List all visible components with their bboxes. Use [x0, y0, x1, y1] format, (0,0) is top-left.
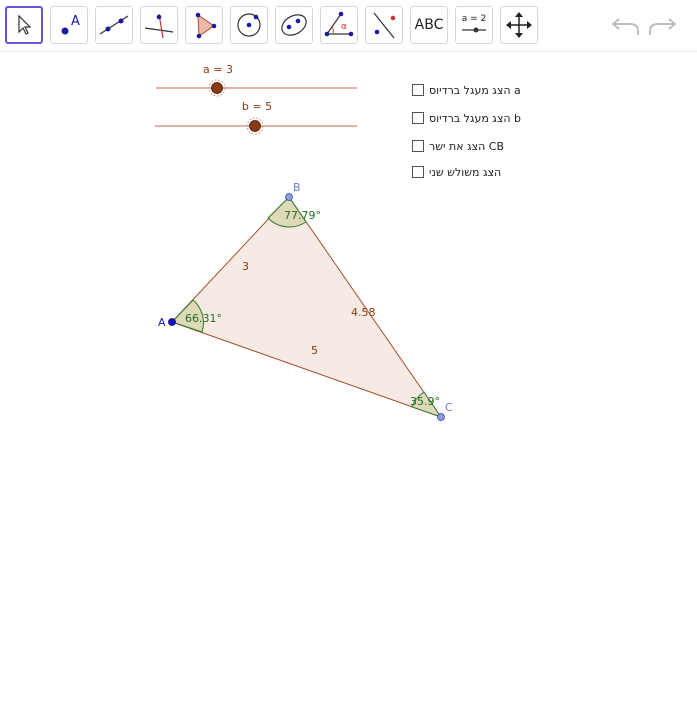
line-tool-button[interactable]: [95, 6, 133, 44]
slider-tool-button[interactable]: a = 2: [455, 6, 493, 44]
circle-icon: [237, 13, 261, 37]
undo-icon[interactable]: [610, 13, 642, 39]
side-ab-label: 3: [242, 260, 249, 273]
point-b-label: B: [293, 181, 301, 194]
slider-b-knob[interactable]: [249, 120, 261, 132]
triangle-abc[interactable]: [171, 196, 443, 418]
angle-a-label: 66.31°: [185, 312, 222, 325]
checkbox-box[interactable]: [412, 112, 424, 124]
point-tool-button[interactable]: A: [50, 6, 88, 44]
circle-tool-button[interactable]: [230, 6, 268, 44]
angle-b-label: 77.79°: [284, 209, 321, 222]
perpendicular-line-tool-button[interactable]: [140, 6, 178, 44]
ellipse-icon: [281, 14, 307, 36]
checkbox-box[interactable]: [412, 166, 424, 178]
slider-a[interactable]: a = 3: [156, 63, 357, 97]
checkbox-label: הצג מעגל ברדיוס b: [429, 111, 522, 125]
reflect-icon: [373, 12, 396, 39]
checkbox-box[interactable]: [412, 140, 424, 152]
slider-b-label: b = 5: [242, 100, 272, 113]
angle-c-label: 35.9°: [410, 395, 440, 408]
checkbox-box[interactable]: [412, 84, 424, 96]
checkbox-label: הצג משולש שני: [429, 165, 502, 179]
graphics-svg[interactable]: a = 3 b = 5 77.79° 66.31° 35.9° 3 4.58 5: [0, 53, 697, 697]
move-tool-button[interactable]: [5, 6, 43, 44]
checkbox-label: הצג מעגל ברדיוס a: [429, 83, 521, 97]
point-c[interactable]: [437, 413, 445, 421]
move-arrows-icon: [506, 12, 532, 38]
checkbox-circle-radius-b[interactable]: הצג מעגל ברדיוס b: [412, 110, 521, 126]
toolbar: A α ABC a = 2: [0, 0, 697, 52]
ellipse-tool-button[interactable]: [275, 6, 313, 44]
point-b[interactable]: [285, 193, 293, 201]
checkbox-circle-radius-a[interactable]: הצג מעגל ברדיוס a: [412, 82, 521, 98]
polygon-icon: [195, 12, 217, 39]
redo-icon[interactable]: [646, 13, 678, 39]
perpendicular-line-icon: [144, 13, 174, 39]
point-icon: A: [61, 14, 80, 35]
checkbox-second-triangle[interactable]: הצג משולש שני: [412, 164, 501, 180]
angle-icon: α: [324, 11, 354, 37]
point-a-label: A: [158, 316, 166, 329]
side-ac-label: 5: [311, 344, 318, 357]
line-icon: [99, 15, 129, 35]
angle-tool-button[interactable]: α: [320, 6, 358, 44]
polygon-tool-button[interactable]: [185, 6, 223, 44]
slider-tool-label: a = 2: [461, 14, 487, 24]
move-graphics-view-tool-button[interactable]: [500, 6, 538, 44]
graphics-view[interactable]: a = 3 b = 5 77.79° 66.31° 35.9° 3 4.58 5: [0, 53, 697, 697]
angle-tool-label: α: [341, 22, 347, 32]
cursor-arrow-icon: [18, 14, 32, 35]
reflect-tool-button[interactable]: [365, 6, 403, 44]
slider-a-knob[interactable]: [211, 82, 223, 94]
text-tool-label: ABC: [414, 17, 444, 33]
point-tool-label: A: [71, 14, 80, 29]
slider-b[interactable]: b = 5: [155, 100, 357, 135]
text-tool-button[interactable]: ABC: [410, 6, 448, 44]
slider-a-label: a = 3: [203, 63, 233, 76]
point-a[interactable]: [168, 318, 176, 326]
point-c-label: C: [445, 401, 453, 414]
checkbox-label: הצג את ישר CB: [429, 139, 505, 153]
checkbox-line-cb[interactable]: הצג את ישר CB: [412, 138, 504, 154]
side-bc-label: 4.58: [351, 306, 376, 319]
